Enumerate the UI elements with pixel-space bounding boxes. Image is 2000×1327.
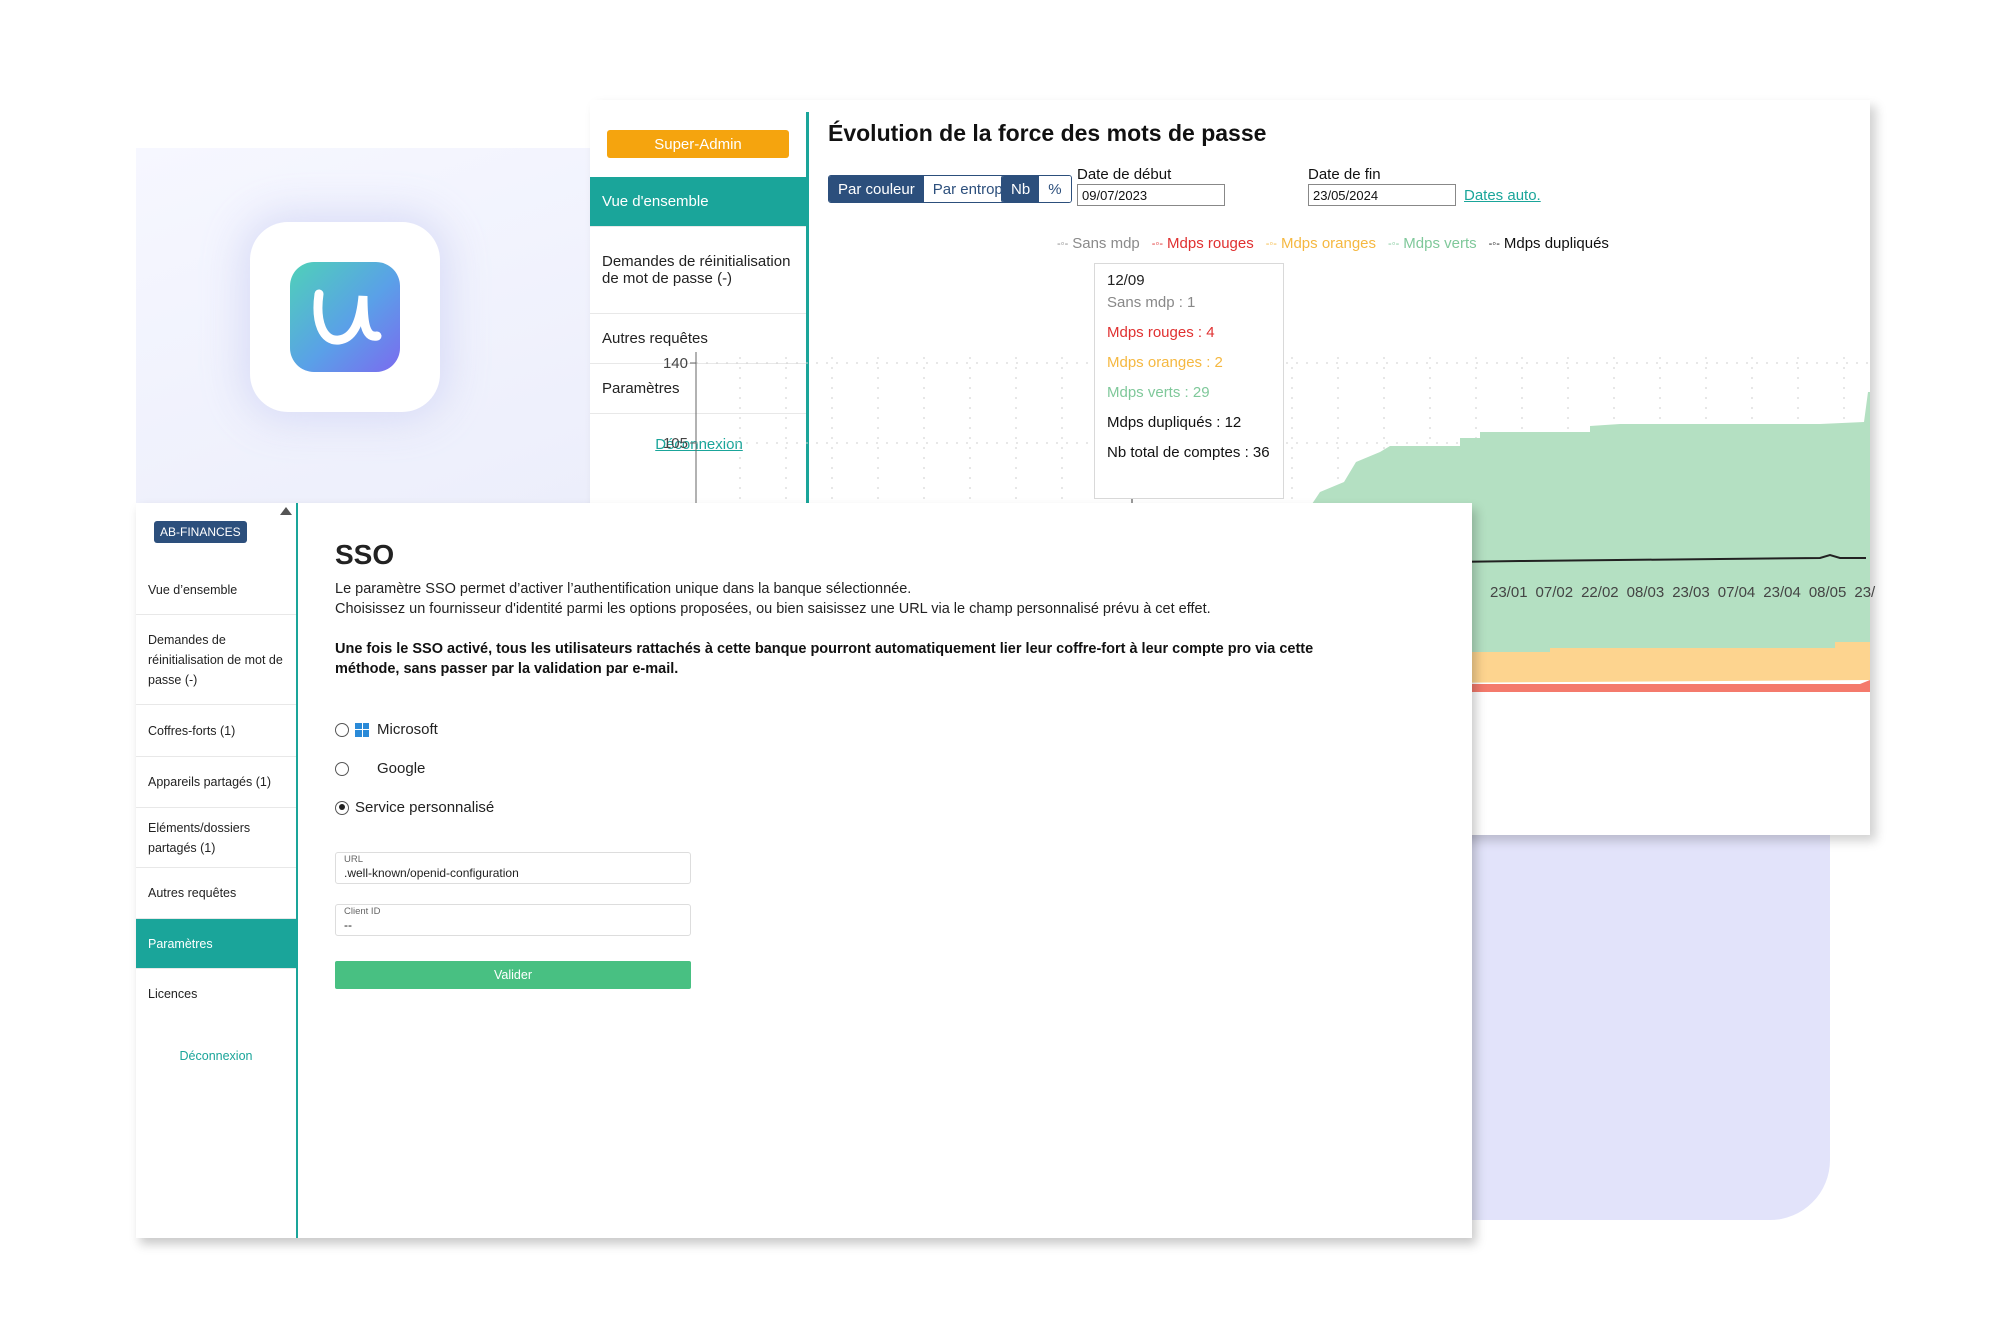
x-tick-label: 08/05 [1808, 584, 1847, 601]
option-microsoft-label: Microsoft [377, 721, 438, 738]
tooltip-no-password: Sans mdp : 1 [1107, 294, 1196, 311]
nav-item-licenses[interactable]: Licences [136, 969, 296, 1019]
radio-google[interactable] [335, 761, 349, 776]
radio-microsoft[interactable] [335, 722, 349, 737]
chart-title: Évolution de la force des mots de passe [828, 120, 1267, 146]
nav-item-other-requests[interactable]: Autres requêtes [136, 868, 296, 919]
scroll-up-arrow-icon[interactable] [280, 507, 292, 515]
y-tick-label: 140 [663, 355, 688, 372]
client-id-value: -- [344, 918, 352, 932]
legend-label: Mdps verts [1403, 235, 1477, 252]
x-axis-ticks: 23/01 07/02 22/02 08/03 23/03 07/04 23/04 08/05… [1490, 584, 1883, 601]
sso-description: Le paramètre SSO permet d’activer l’auth… [335, 579, 1375, 619]
settings-nav: Vue d’ensemble Demandes de réinitialisat… [136, 565, 296, 1019]
option-microsoft[interactable]: Microsoft [335, 721, 438, 738]
super-admin-badge[interactable]: Super-Admin [607, 130, 789, 158]
x-tick-label: 23/01 [1490, 584, 1528, 601]
legend-label: Mdps rouges [1167, 235, 1254, 252]
option-google[interactable]: Google [335, 760, 425, 777]
nav-item-overview[interactable]: Vue d’ensemble [136, 565, 296, 615]
legend-label: Mdps dupliqués [1503, 235, 1609, 252]
logout-link[interactable]: Déconnexion [136, 1049, 296, 1063]
windows-icon [355, 722, 369, 737]
tooltip-orange: Mdps oranges : 2 [1107, 354, 1223, 371]
legend-marker-icon: -◦- [1265, 237, 1277, 250]
legend-label: Sans mdp [1072, 235, 1140, 252]
tooltip-duplicates: Mdps dupliqués : 12 [1107, 414, 1242, 431]
end-date-label: Date de fin [1308, 166, 1381, 183]
nav-item-vaults[interactable]: Coffres-forts (1) [136, 705, 296, 757]
start-date-input[interactable]: 09/07/2023 [1077, 184, 1225, 206]
settings-sidebar: AB-FINANCES Vue d’ensemble Demandes de r… [136, 503, 298, 1238]
start-date-label: Date de début [1077, 166, 1172, 183]
legend-item[interactable]: -◦- Mdps oranges [1266, 235, 1376, 252]
y-tick-label: 105 [663, 435, 688, 452]
legend-item[interactable]: -◦- Sans mdp [1057, 235, 1140, 252]
tooltip-date: 12/09 [1107, 272, 1145, 289]
toggle-count[interactable]: Nb [1002, 176, 1040, 202]
dates-auto-link[interactable]: Dates auto. [1464, 187, 1541, 204]
url-field-label: URL [344, 854, 364, 865]
url-field[interactable]: URL .well-known/openid-configuration [335, 852, 691, 884]
nav-item-reset-requests[interactable]: Demandes de réinitialisation de mot de p… [136, 615, 296, 705]
legend-marker-icon: -◦- [1488, 237, 1500, 250]
tooltip-total: Nb total de comptes : 36 [1107, 444, 1270, 461]
nav-item-overview[interactable]: Vue d'ensemble [590, 177, 808, 227]
chart-tooltip: 12/09 Sans mdp : 1 Mdps rouges : 4 Mdps … [1094, 263, 1284, 499]
sso-description-line-1: Le paramètre SSO permet d’activer l’auth… [335, 581, 912, 597]
x-tick-label: 23/04 [1763, 584, 1801, 601]
legend-marker-icon: -◦- [1151, 237, 1164, 250]
sso-settings-window: AB-FINANCES Vue d’ensemble Demandes de r… [136, 503, 1472, 1238]
option-custom-label: Service personnalisé [355, 799, 495, 816]
legend-label: Mdps oranges [1280, 235, 1377, 252]
tooltip-red: Mdps rouges : 4 [1107, 324, 1215, 341]
sso-description-line-2: Choisissez un fournisseur d'identité par… [335, 601, 1211, 617]
x-tick-label: 07/04 [1717, 584, 1756, 601]
mode-toggle: Par couleur Par entropie [828, 175, 1025, 203]
radio-custom[interactable] [335, 800, 349, 815]
x-tick-label: 23/03 [1672, 584, 1710, 601]
x-tick-label: 08/03 [1626, 584, 1665, 601]
legend-item[interactable]: -◦- Mdps rouges [1152, 235, 1254, 252]
client-id-field[interactable]: Client ID -- [335, 904, 691, 936]
sso-warning: Une fois le SSO activé, tous les utilisa… [335, 641, 1314, 677]
client-id-label: Client ID [344, 906, 381, 917]
u-logo-icon [313, 289, 382, 345]
x-tick-label: 07/02 [1535, 584, 1574, 601]
toggle-by-color[interactable]: Par couleur [829, 176, 924, 202]
page-title: SSO [335, 539, 395, 570]
unit-toggle: Nb % [1001, 175, 1072, 203]
legend-item[interactable]: -◦- Mdps verts [1388, 235, 1477, 252]
option-google-label: Google [377, 760, 426, 777]
x-tick-label: 23/ [1854, 584, 1876, 601]
legend-marker-icon: -◦- [1057, 237, 1069, 250]
legend-marker-icon: -◦- [1388, 237, 1400, 250]
option-custom[interactable]: Service personnalisé [335, 799, 494, 816]
end-date-input[interactable]: 23/05/2024 [1308, 184, 1456, 206]
nav-item-settings[interactable]: Paramètres [136, 919, 296, 969]
url-field-value: .well-known/openid-configuration [344, 866, 519, 880]
chart-legend: -◦- Sans mdp -◦- Mdps rouges -◦- Mdps oranges… [1057, 235, 1609, 252]
nav-item-shared-items[interactable]: Eléments/dossiers partagés (1) [136, 808, 296, 868]
nav-item-shared-devices[interactable]: Appareils partagés (1) [136, 757, 296, 808]
app-logo [290, 262, 400, 372]
tooltip-green: Mdps verts : 29 [1107, 384, 1210, 401]
bank-badge[interactable]: AB-FINANCES [154, 521, 247, 543]
legend-item[interactable]: -◦- Mdps dupliqués [1489, 235, 1609, 252]
x-tick-label: 22/02 [1581, 584, 1619, 601]
validate-button[interactable]: Valider [335, 961, 691, 989]
toggle-percent[interactable]: % [1039, 176, 1071, 202]
